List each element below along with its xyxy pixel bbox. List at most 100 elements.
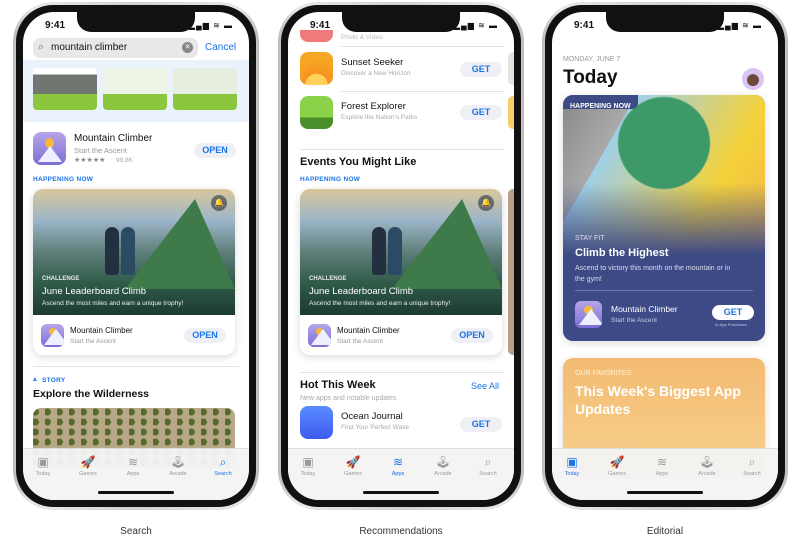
open-button[interactable]: OPEN bbox=[194, 143, 236, 158]
tab-search[interactable]: ⌕ Search bbox=[470, 455, 506, 477]
get-button[interactable]: GET bbox=[712, 305, 754, 320]
feature-app-subtitle: Start the Ascent bbox=[611, 317, 657, 324]
search-icon: ⌕ bbox=[484, 455, 492, 469]
tab-today[interactable]: ▣ Today bbox=[290, 455, 326, 477]
tab-bar: ▣ Today 🚀 Games ≋ Apps 🕹 Arcade ⌕ Search bbox=[552, 448, 778, 500]
get-button[interactable]: GET bbox=[460, 417, 502, 432]
partial-app-icon[interactable] bbox=[300, 30, 333, 42]
tab-today[interactable]: ▣ Today bbox=[554, 455, 590, 477]
tab-games[interactable]: 🚀 Games bbox=[599, 455, 635, 477]
event-app-name: Mountain Climber bbox=[337, 326, 400, 335]
divider bbox=[575, 290, 753, 291]
clear-icon[interactable]: ✕ bbox=[182, 42, 193, 53]
notch bbox=[342, 12, 460, 32]
screenshot[interactable] bbox=[173, 68, 237, 110]
rating-count: 99.8K bbox=[116, 157, 133, 164]
layers-icon: ≋ bbox=[392, 455, 404, 469]
open-button[interactable]: OPEN bbox=[451, 328, 493, 343]
home-indicator[interactable] bbox=[363, 491, 439, 494]
feature-card[interactable]: HAPPENING NOW STAY FIT Climb the Highest… bbox=[563, 95, 765, 341]
tab-games[interactable]: 🚀 Games bbox=[335, 455, 371, 477]
event-description: Ascend the most miles and earn a unique … bbox=[309, 300, 451, 307]
search-icon: ⌕ bbox=[219, 455, 227, 469]
event-app-subtitle: Start the Ascent bbox=[337, 338, 383, 345]
app-icon-sunset-seeker[interactable] bbox=[300, 52, 333, 85]
search-icon: ⌕ bbox=[38, 41, 45, 53]
feature-title: Climb the Highest bbox=[575, 247, 669, 259]
tab-arcade[interactable]: 🕹 Arcade bbox=[425, 455, 461, 477]
app-subtitle: Explore the Nation's Parks bbox=[341, 114, 418, 121]
search-query[interactable]: mountain climber bbox=[51, 42, 127, 53]
feature-kicker: STAY FIT bbox=[575, 235, 605, 242]
see-all-link[interactable]: See All bbox=[471, 381, 499, 391]
tab-apps[interactable]: ≋ Apps bbox=[380, 455, 416, 477]
layers-icon: ≋ bbox=[127, 455, 139, 469]
cancel-button[interactable]: Cancel bbox=[205, 42, 236, 53]
bell-icon[interactable]: 🔔 bbox=[211, 195, 227, 211]
story-icon: ⩓ bbox=[33, 376, 37, 383]
caption-recommendations: Recommendations bbox=[359, 526, 443, 537]
app-icon-mountain-climber[interactable] bbox=[575, 301, 602, 328]
rocket-icon: 🚀 bbox=[609, 455, 625, 469]
get-button[interactable]: GET bbox=[460, 62, 502, 77]
app-name: Mountain Climber bbox=[74, 133, 153, 144]
home-indicator[interactable] bbox=[627, 491, 703, 494]
story-title: Explore the Wilderness bbox=[33, 388, 150, 400]
app-icon-forest-explorer[interactable] bbox=[300, 96, 333, 129]
tab-apps[interactable]: ≋ Apps bbox=[115, 455, 151, 477]
feature-description: Ascend to victory this month on the moun… bbox=[575, 265, 731, 283]
tab-today[interactable]: ▣ Today bbox=[25, 455, 61, 477]
badge-label: HAPPENING NOW bbox=[570, 103, 631, 110]
event-card[interactable]: 🔔 CHALLENGE June Leaderboard Climb Ascen… bbox=[33, 189, 235, 355]
happening-now-badge: HAPPENING NOW bbox=[563, 95, 638, 110]
rocket-icon: 🚀 bbox=[80, 455, 96, 469]
hot-section-subtitle: New apps and notable updates bbox=[300, 395, 397, 402]
avatar[interactable] bbox=[742, 68, 764, 90]
favorites-title: This Week's Biggest App Updates bbox=[575, 383, 741, 417]
screenshot[interactable] bbox=[33, 68, 97, 110]
open-button[interactable]: OPEN bbox=[184, 328, 226, 343]
bell-icon[interactable]: 🔔 bbox=[478, 195, 494, 211]
search-field[interactable]: ⌕ mountain climber ✕ bbox=[33, 38, 198, 58]
event-card[interactable]: 🔔 CHALLENGE June Leaderboard Climb Ascen… bbox=[300, 189, 502, 355]
app-subtitle: Discover a New Horizon bbox=[341, 70, 411, 77]
tab-apps[interactable]: ≋ Apps bbox=[644, 455, 680, 477]
tab-bar: ▣ Today 🚀 Games ≋ Apps 🕹 Arcade ⌕ Search bbox=[288, 448, 514, 500]
tab-search[interactable]: ⌕ Search bbox=[205, 455, 241, 477]
happening-now-label: HAPPENING NOW bbox=[300, 176, 361, 183]
tab-games[interactable]: 🚀 Games bbox=[70, 455, 106, 477]
divider bbox=[341, 46, 504, 47]
get-button[interactable]: GET bbox=[460, 105, 502, 120]
tab-search[interactable]: ⌕ Search bbox=[734, 455, 770, 477]
divider bbox=[341, 91, 504, 92]
screenshot[interactable] bbox=[103, 68, 167, 110]
layers-icon: ≋ bbox=[656, 455, 668, 469]
app-icon-mountain-climber[interactable] bbox=[33, 132, 66, 165]
next-column-peek[interactable] bbox=[508, 96, 514, 129]
notch bbox=[77, 12, 195, 32]
status-icons: ▂▄▆ ≋ ▬ bbox=[188, 21, 233, 30]
date-label: MONDAY, JUNE 7 bbox=[563, 56, 621, 63]
app-name: Forest Explorer bbox=[341, 101, 406, 112]
event-app-subtitle: Start the Ascent bbox=[70, 338, 116, 345]
today-icon: ▣ bbox=[566, 455, 578, 469]
status-time: 9:41 bbox=[310, 20, 331, 31]
today-icon: ▣ bbox=[302, 455, 314, 469]
event-description: Ascend the most miles and earn a unique … bbox=[42, 300, 184, 307]
event-kicker: CHALLENGE bbox=[42, 276, 80, 282]
tab-arcade[interactable]: 🕹 Arcade bbox=[689, 455, 725, 477]
app-icon-mountain-climber[interactable] bbox=[41, 324, 64, 347]
phone-editorial: 9:41 ▂▄▆ ≋ ▬ MONDAY, JUNE 7 Today HAPPEN… bbox=[542, 2, 788, 510]
app-icon-mountain-climber[interactable] bbox=[308, 324, 331, 347]
app-subtitle: Find Your Perfect Wave bbox=[341, 424, 410, 431]
editorial-screen: 9:41 ▂▄▆ ≋ ▬ MONDAY, JUNE 7 Today HAPPEN… bbox=[552, 12, 778, 500]
caption-search: Search bbox=[120, 526, 152, 537]
app-icon-ocean-journal[interactable] bbox=[300, 406, 333, 439]
rating-stars: ★★★★★ bbox=[74, 157, 106, 164]
home-indicator[interactable] bbox=[98, 491, 174, 494]
events-section-title: Events You Might Like bbox=[300, 156, 417, 168]
app-name: Ocean Journal bbox=[341, 411, 403, 422]
tab-arcade[interactable]: 🕹 Arcade bbox=[160, 455, 196, 477]
next-card-peek[interactable] bbox=[508, 189, 514, 355]
next-column-peek[interactable] bbox=[508, 52, 514, 85]
